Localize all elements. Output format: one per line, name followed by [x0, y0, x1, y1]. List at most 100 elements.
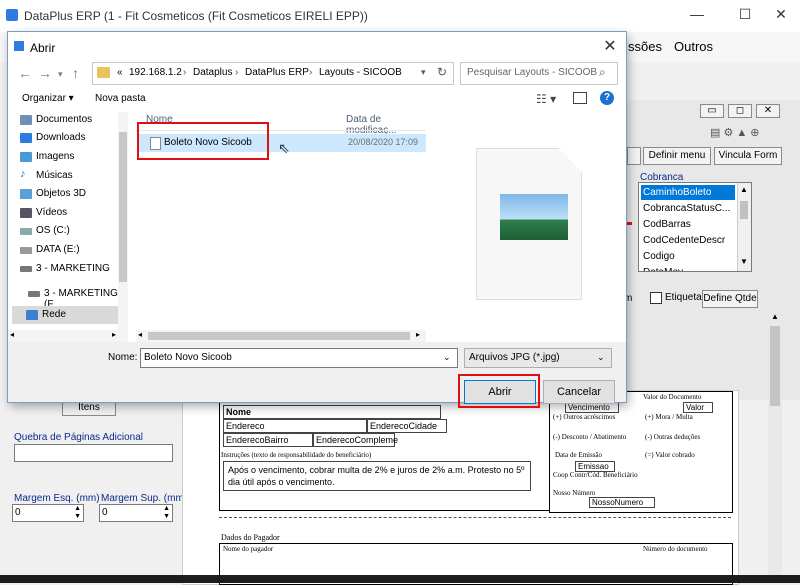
column-header-modified[interactable]: Data de modificaç... [346, 114, 426, 136]
field-item[interactable]: DataMov... [641, 265, 735, 271]
nav-item-marketing[interactable]: 3 - MARKETING [20, 263, 110, 274]
field-item[interactable]: CodBarras [641, 217, 735, 232]
field-item[interactable]: CodCedenteDescr [641, 233, 735, 248]
minimize-icon[interactable]: — [674, 6, 720, 26]
app-logo-icon [6, 9, 18, 21]
spinner-arrows-icon[interactable]: ▲ ▼ [74, 505, 81, 521]
view-options-icon[interactable]: ☷ ▾ [536, 92, 556, 106]
field-list[interactable]: CaminhoBoleto CobrancaStatusC... CodBarr… [638, 182, 752, 272]
endereco-cidade-field[interactable]: EnderecoCidade [367, 419, 447, 433]
chevron-down-icon[interactable]: ⌄ [597, 352, 605, 363]
breadcrumb-overflow[interactable]: « [117, 67, 123, 78]
scroll-left-icon[interactable]: ◂ [10, 330, 14, 339]
outras-deducoes-label: (-) Outras deduções [645, 433, 701, 441]
page-break-input[interactable] [14, 444, 173, 462]
back-icon[interactable]: ← [18, 65, 32, 81]
scroll-left-icon[interactable]: ◂ [138, 330, 142, 339]
designer-restore-icon[interactable]: ◻ [728, 104, 752, 118]
filename-value: Boleto Novo Sicoob [144, 352, 232, 363]
spinner-arrows-icon[interactable]: ▲ ▼ [163, 505, 170, 521]
field-list-scrollbar[interactable]: ▲ ▼ [737, 183, 751, 271]
define-qtde-button[interactable]: Define Qtde [702, 290, 758, 308]
scroll-right-icon[interactable]: ▸ [112, 330, 116, 339]
menu-item-outros[interactable]: Outros [674, 39, 713, 54]
coop-contr-label: Coop Contr/Cód. Beneficiário [553, 471, 638, 479]
up-icon[interactable]: ↑ [72, 65, 79, 81]
nav-item-imagens[interactable]: Imagens [20, 151, 74, 162]
nav-horizontal-scrollbar[interactable]: ◂ ▸ [8, 330, 128, 342]
menu-item-sessoes[interactable]: ssões [628, 39, 662, 54]
organize-menu[interactable]: Organizar ▾ [22, 93, 74, 104]
scroll-up-icon[interactable]: ▲ [740, 185, 748, 194]
designer-vertical-scrollbar[interactable]: ▲ [768, 310, 782, 583]
nav-item-os-c[interactable]: OS (C:) [20, 225, 70, 236]
chevron-right-icon: › [235, 67, 239, 78]
dialog-close-icon[interactable]: ✕ [600, 36, 620, 56]
cancel-button[interactable]: Cancelar [543, 380, 615, 404]
app-title: DataPlus ERP (1 - Fit Cosmeticos (Fit Co… [24, 9, 368, 23]
nav-item-label: Downloads [36, 132, 86, 143]
cut-line [219, 517, 731, 518]
page-break-label: Quebra de Páginas Adicional [14, 432, 143, 443]
nav-item-documentos[interactable]: Documentos [20, 114, 92, 125]
vincula-form-label: Vincula Form [718, 150, 778, 161]
nome-pagador-label: Nome do pagador [223, 545, 274, 553]
definir-menu-button[interactable]: Definir menu [643, 147, 711, 165]
endereco-field[interactable]: Endereco [223, 419, 367, 433]
breadcrumb-item[interactable]: 192.168.1.2 [129, 67, 182, 78]
breadcrumb-item[interactable]: Dataplus [193, 67, 232, 78]
close-icon[interactable]: ✕ [758, 6, 800, 26]
field-item[interactable]: CaminhoBoleto [641, 185, 735, 200]
scroll-thumb[interactable] [119, 132, 127, 282]
filelist-horizontal-scrollbar[interactable]: ◂ ▸ [136, 330, 426, 342]
designer-minimize-icon[interactable]: ▭ [700, 104, 724, 118]
search-box[interactable]: Pesquisar Layouts - SICOOB ⌕ [460, 62, 618, 85]
refresh-icon[interactable]: ↻ [437, 65, 447, 79]
designer-partial-button[interactable] [627, 147, 641, 165]
margin-top-spinner[interactable]: 0 ▲ ▼ [99, 504, 173, 522]
filename-label: Nome: [108, 352, 138, 363]
designer-toolbar-icons[interactable]: ▤ ⚙ ▲ ⊕ [710, 126, 760, 139]
preview-pane-icon[interactable] [573, 92, 587, 104]
valor-field[interactable]: Valor [683, 402, 713, 413]
data-emissao-label: Data de Emissão [555, 451, 603, 459]
music-icon: ♪ [20, 168, 26, 180]
recent-dropdown-icon[interactable]: ▾ [58, 69, 63, 80]
nav-scrollbar[interactable] [118, 112, 128, 330]
endereco-bairro-field[interactable]: EnderecoBairro [223, 433, 313, 447]
field-item[interactable]: Codigo [641, 249, 735, 264]
breadcrumb-item[interactable]: DataPlus ERP [245, 67, 309, 78]
scroll-thumb[interactable] [740, 201, 748, 219]
designer-close-icon[interactable]: ✕ [756, 104, 780, 118]
nome-field[interactable]: Nome [223, 405, 441, 419]
address-dropdown-icon[interactable]: ▾ [421, 67, 426, 78]
nosso-numero-field[interactable]: NossoNumero [589, 497, 655, 508]
etiqueta-checkbox[interactable] [650, 292, 662, 304]
nav-item-rede[interactable]: Rede [26, 309, 66, 320]
vincula-form-button[interactable]: Vincula Form [714, 147, 782, 165]
breadcrumb-item[interactable]: Layouts - SICOOB [319, 67, 402, 78]
nav-item-videos[interactable]: Vídeos [20, 207, 67, 218]
scroll-up-icon[interactable]: ▲ [771, 312, 779, 321]
filename-input[interactable]: Boleto Novo Sicoob ⌄ [140, 348, 458, 368]
instrucoes-text[interactable]: Após o vencimento, cobrar multa de 2% e … [223, 461, 531, 491]
scroll-thumb[interactable] [148, 332, 410, 340]
address-bar[interactable]: « 192.168.1.2 › Dataplus › DataPlus ERP … [92, 62, 454, 85]
search-icon[interactable]: ⌕ [599, 65, 606, 80]
new-folder-button[interactable]: Nova pasta [95, 93, 146, 104]
scroll-right-icon[interactable]: ▸ [416, 330, 420, 339]
nav-item-musicas[interactable]: ♪ Músicas [20, 168, 73, 181]
nav-item-downloads[interactable]: Downloads [20, 132, 86, 143]
help-icon[interactable]: ? [600, 91, 614, 105]
scroll-thumb[interactable] [770, 326, 780, 406]
filetype-select[interactable]: Arquivos JPG (*.jpg) ⌄ [464, 348, 612, 368]
chevron-down-icon[interactable]: ⌄ [443, 352, 451, 363]
endereco-complemento-field[interactable]: EnderecoCompleme [313, 433, 398, 447]
itens-button[interactable]: Itens [62, 400, 116, 416]
margin-left-spinner[interactable]: 0 ▲ ▼ [12, 504, 84, 522]
forward-icon[interactable]: → [38, 65, 52, 81]
nav-item-objetos-3d[interactable]: Objetos 3D [20, 188, 86, 199]
field-item[interactable]: CobrancaStatusC... [641, 201, 735, 216]
nav-item-data-e[interactable]: DATA (E:) [20, 244, 80, 255]
scroll-down-icon[interactable]: ▼ [740, 257, 748, 266]
